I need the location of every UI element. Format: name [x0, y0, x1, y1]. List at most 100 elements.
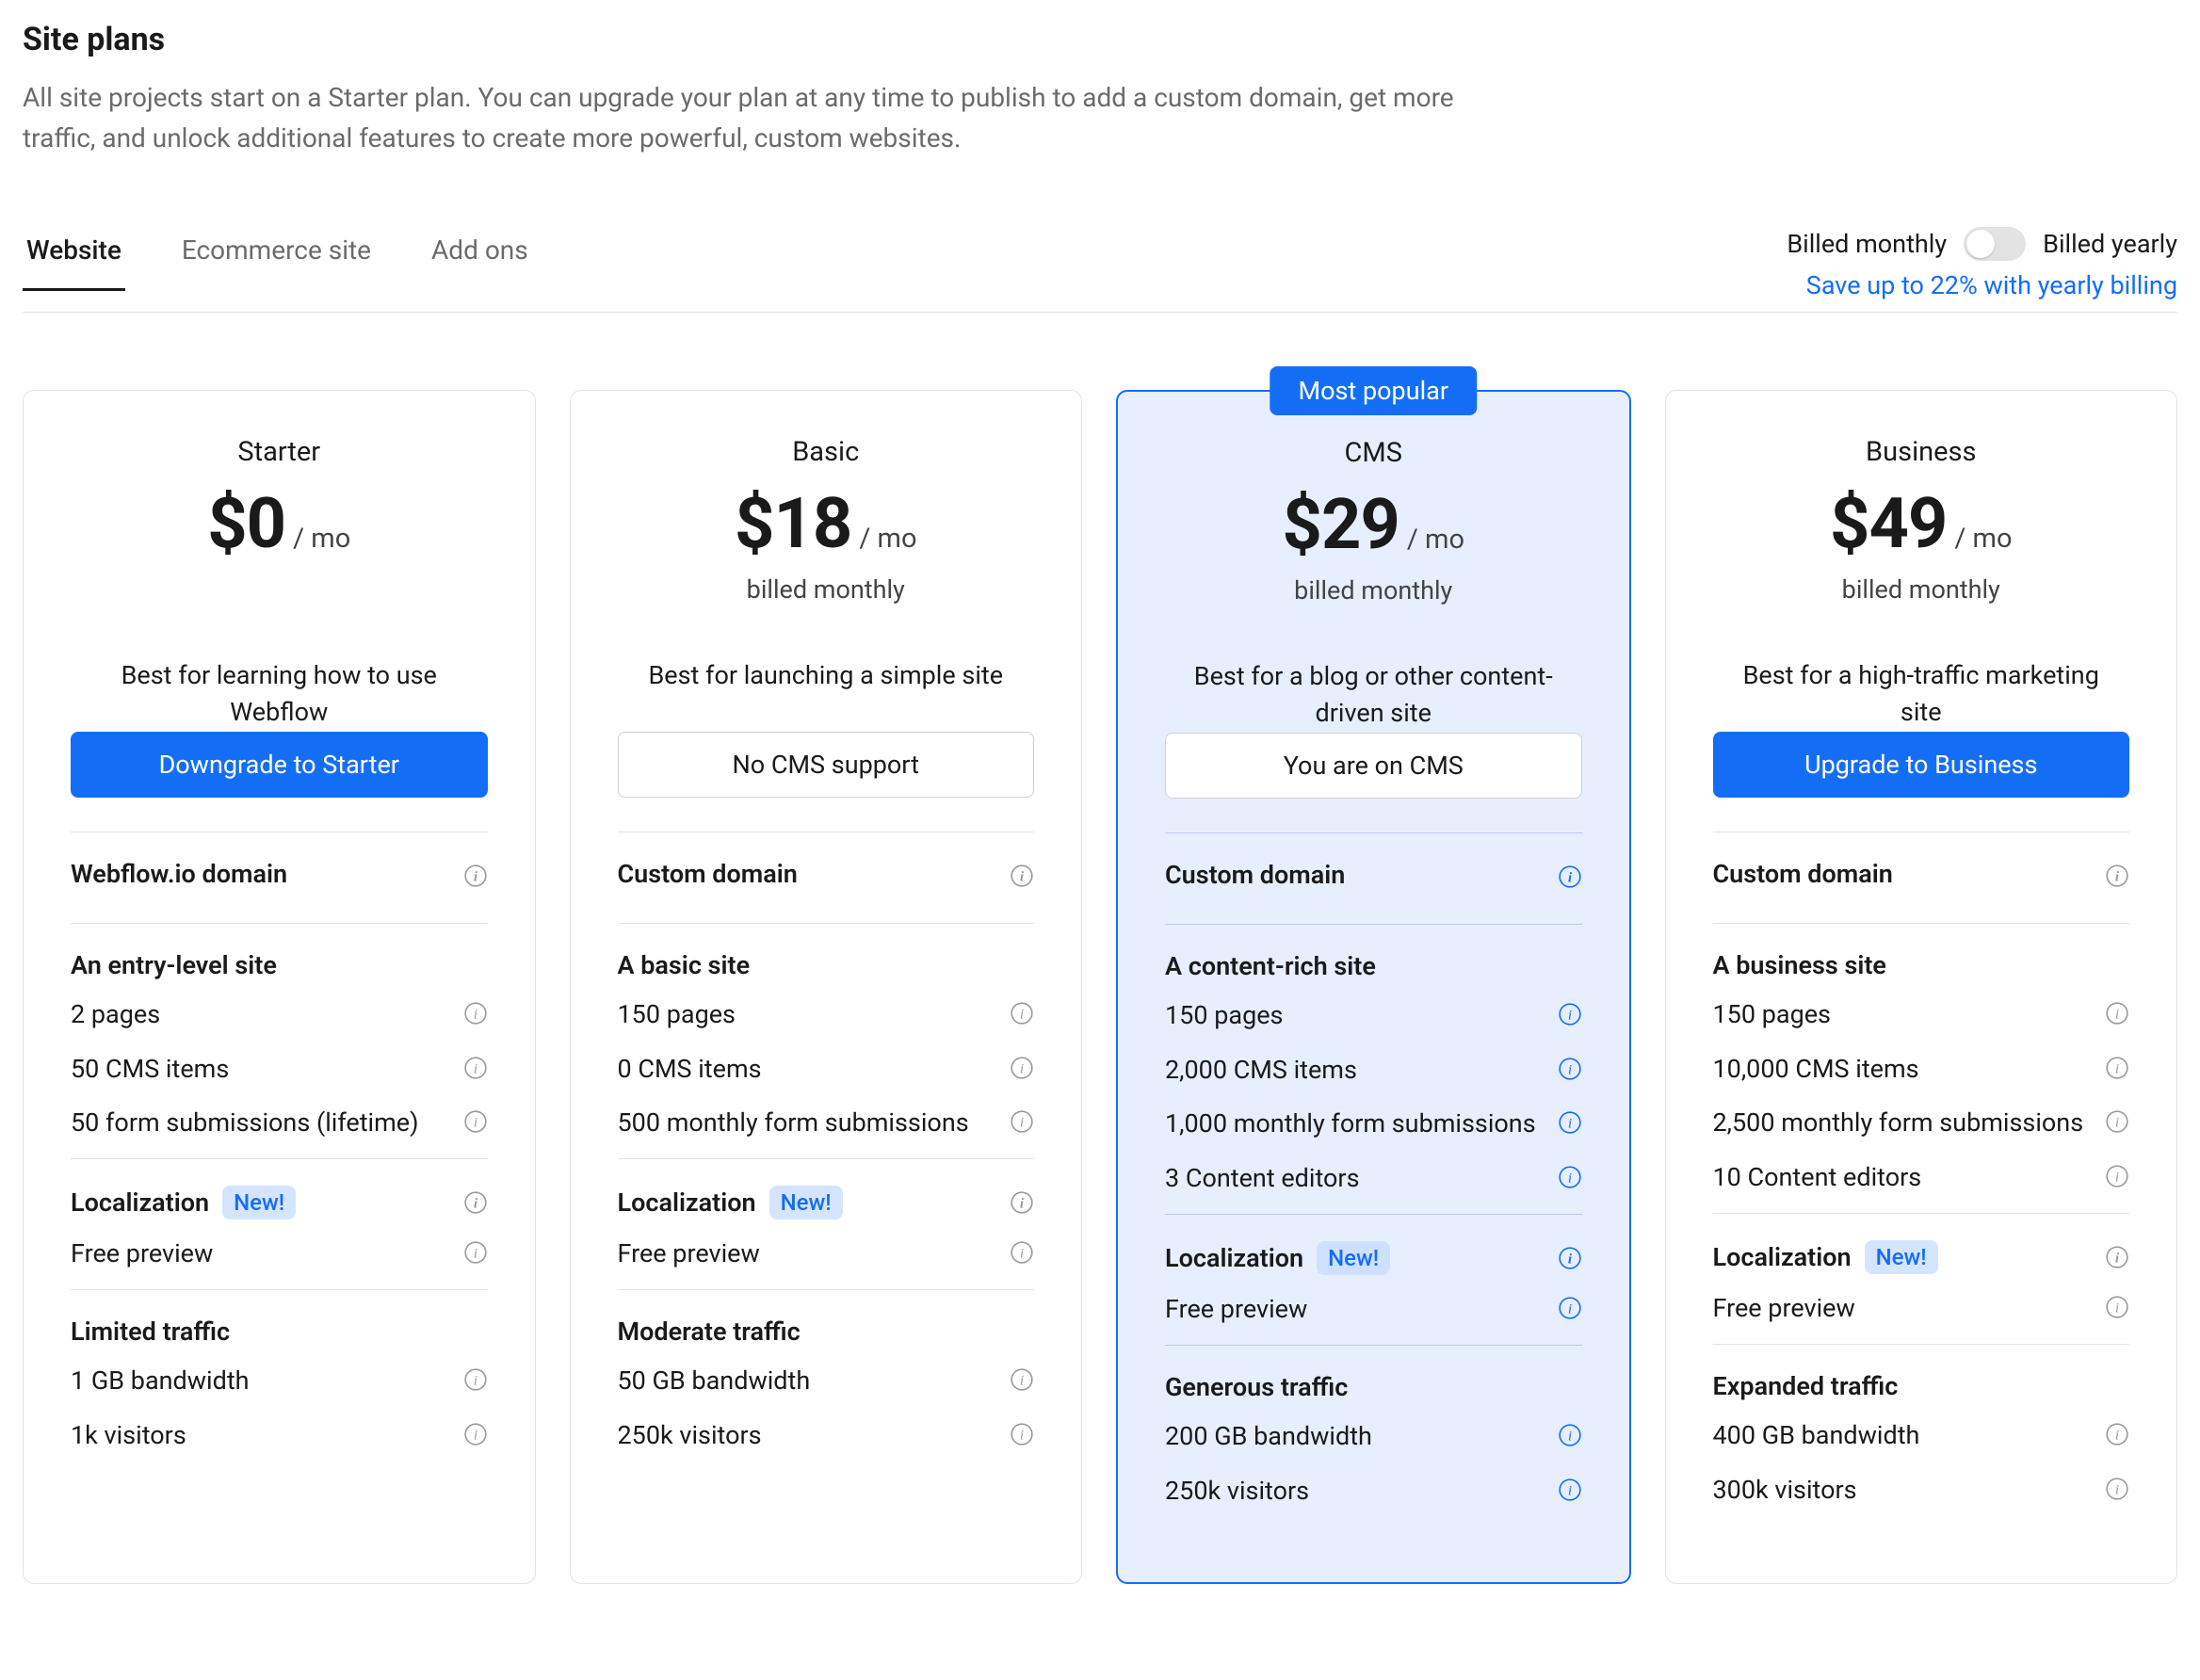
feature-label: 1 GB bandwidth	[71, 1364, 448, 1399]
plan-name: Basic	[618, 436, 1035, 468]
info-icon[interactable]: i	[463, 1422, 488, 1446]
info-icon[interactable]: i	[463, 864, 488, 888]
plan-cta-button[interactable]: You are on CMS	[1165, 733, 1582, 799]
svg-text:i: i	[1567, 1171, 1571, 1187]
svg-text:i: i	[473, 1427, 477, 1443]
info-icon[interactable]: i	[1558, 1423, 1582, 1447]
tab-ecommerce-site[interactable]: Ecommerce site	[178, 227, 375, 291]
feature-item: 1k visitorsi	[71, 1418, 488, 1454]
svg-text:i: i	[1567, 1428, 1571, 1444]
feature-item: 50 form submissions (lifetime) i	[71, 1106, 488, 1141]
info-icon[interactable]: i	[1558, 1110, 1582, 1135]
feature-list: Free preview i	[618, 1236, 1035, 1272]
info-icon[interactable]: i	[2105, 1001, 2129, 1026]
plan-section: A basic site150 pagesi0 CMS itemsi500 mo…	[618, 923, 1035, 1158]
svg-text:i: i	[1567, 1300, 1571, 1317]
section-heading: LocalizationNew!i	[1713, 1240, 2130, 1291]
plan-section: LocalizationNew!iFree previewi	[1165, 1214, 1582, 1345]
price-period: / mo	[293, 523, 350, 555]
price-period: / mo	[1407, 524, 1464, 556]
yearly-save-text[interactable]: Save up to 22% with yearly billing	[1787, 270, 2177, 300]
section-heading: LocalizationNew!i	[71, 1186, 488, 1236]
info-icon[interactable]: i	[1010, 1240, 1034, 1265]
section-heading: Custom domaini	[1165, 860, 1582, 907]
info-icon[interactable]: i	[463, 1001, 488, 1026]
info-icon[interactable]: i	[1558, 1246, 1582, 1270]
feature-item: 50 CMS itemsi	[71, 1052, 488, 1088]
info-icon[interactable]: i	[1010, 864, 1034, 888]
section-heading-label: Localization	[618, 1187, 756, 1218]
info-icon[interactable]: i	[1010, 1190, 1034, 1215]
info-icon[interactable]: i	[463, 1240, 488, 1265]
svg-text:i: i	[473, 868, 477, 884]
info-icon[interactable]: i	[1010, 1001, 1034, 1026]
feature-list: 400 GB bandwidthi300k visitorsi	[1713, 1418, 2130, 1509]
info-icon[interactable]: i	[463, 1367, 488, 1392]
info-icon[interactable]: i	[463, 1109, 488, 1134]
plan-section: Custom domaini	[1713, 832, 2130, 923]
new-badge: New!	[1317, 1241, 1390, 1275]
plan-card-cms: Most popularCMS$29/ mobilled monthlyBest…	[1116, 390, 1631, 1585]
svg-text:i: i	[473, 1006, 477, 1022]
feature-label: Free preview	[618, 1236, 995, 1272]
info-icon[interactable]: i	[1010, 1056, 1034, 1080]
info-icon[interactable]: i	[2105, 1245, 2129, 1269]
feature-label: 400 GB bandwidth	[1713, 1418, 2091, 1454]
info-icon[interactable]: i	[1558, 1478, 1582, 1502]
feature-item: Free preview i	[618, 1236, 1035, 1272]
svg-text:i: i	[2115, 1115, 2119, 1131]
plan-section: An entry-level site2 pagesi50 CMS itemsi…	[71, 923, 488, 1158]
svg-text:i: i	[2115, 868, 2120, 884]
svg-text:i: i	[1567, 1251, 1572, 1267]
feature-item: 1,000 monthly form submissionsi	[1165, 1107, 1582, 1142]
info-icon[interactable]: i	[1558, 1165, 1582, 1189]
section-heading-label: A business site	[1713, 950, 1886, 980]
svg-text:i: i	[2115, 1060, 2119, 1076]
svg-text:i: i	[473, 1372, 477, 1388]
feature-label: 150 pages	[1165, 998, 1543, 1034]
info-icon[interactable]: i	[1010, 1422, 1034, 1446]
info-icon[interactable]: i	[1558, 1002, 1582, 1026]
info-icon[interactable]: i	[2105, 1164, 2129, 1188]
info-icon[interactable]: i	[1558, 1057, 1582, 1081]
plan-section: Generous traffic200 GB bandwidthi250k vi…	[1165, 1345, 1582, 1527]
svg-text:i: i	[473, 1196, 477, 1212]
feature-label: 150 pages	[1713, 997, 2091, 1033]
tab-add-ons[interactable]: Add ons	[428, 227, 532, 291]
feature-item: 2,000 CMS itemsi	[1165, 1053, 1582, 1089]
plans-row: Starter$0/ mo.Best for learning how to u…	[23, 390, 2177, 1585]
info-icon[interactable]: i	[2105, 1056, 2129, 1080]
plan-cta-button[interactable]: No CMS support	[618, 732, 1035, 798]
info-icon[interactable]: i	[1010, 1367, 1034, 1392]
info-icon[interactable]: i	[2105, 864, 2129, 888]
feature-list: 1 GB bandwidthi1k visitorsi	[71, 1364, 488, 1454]
plan-section: A business site150 pagesi10,000 CMS item…	[1713, 923, 2130, 1213]
new-badge: New!	[222, 1186, 296, 1220]
plan-section: Moderate traffic50 GB bandwidthi250k vis…	[618, 1289, 1035, 1471]
info-icon[interactable]: i	[2105, 1422, 2129, 1446]
svg-text:i: i	[1020, 1246, 1024, 1262]
svg-text:i: i	[1020, 1372, 1024, 1388]
plan-section: Expanded traffic400 GB bandwidthi300k vi…	[1713, 1344, 2130, 1526]
plan-cta-button[interactable]: Upgrade to Business	[1713, 732, 2130, 798]
info-icon[interactable]: i	[463, 1056, 488, 1080]
page-description: All site projects start on a Starter pla…	[23, 77, 1454, 159]
section-heading: A basic site	[618, 950, 1035, 997]
info-icon[interactable]: i	[1558, 864, 1582, 889]
info-icon[interactable]: i	[463, 1190, 488, 1215]
info-icon[interactable]: i	[2105, 1109, 2129, 1134]
feature-label: Free preview	[71, 1236, 448, 1272]
plan-cta-button[interactable]: Downgrade to Starter	[71, 732, 488, 798]
new-badge: New!	[769, 1186, 843, 1220]
feature-item: 500 monthly form submissionsi	[618, 1106, 1035, 1141]
info-icon[interactable]: i	[2105, 1477, 2129, 1501]
feature-item: 2,500 monthly form submissionsi	[1713, 1106, 2130, 1141]
feature-item: 250k visitorsi	[618, 1418, 1035, 1454]
info-icon[interactable]: i	[2105, 1295, 2129, 1319]
tab-website[interactable]: Website	[23, 227, 125, 291]
info-icon[interactable]: i	[1010, 1109, 1034, 1134]
feature-label: 50 form submissions (lifetime)	[71, 1106, 448, 1141]
billing-toggle[interactable]	[1964, 227, 2026, 261]
billed-yearly-label: Billed yearly	[2043, 229, 2177, 259]
info-icon[interactable]: i	[1558, 1296, 1582, 1320]
